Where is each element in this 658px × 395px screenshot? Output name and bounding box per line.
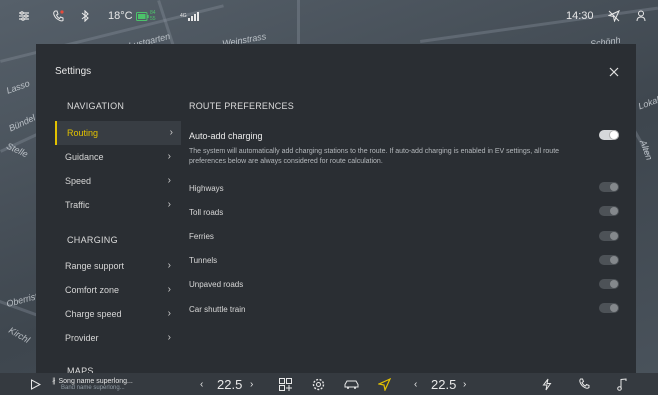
- lightning-icon: [542, 378, 552, 390]
- ferries-toggle[interactable]: [599, 231, 619, 241]
- sidebar-item-range-support[interactable]: Range support ›: [55, 254, 179, 278]
- music-note-icon: [617, 377, 627, 391]
- sidebar-item-traffic[interactable]: Traffic ›: [55, 193, 179, 217]
- chevron-right-icon: ›: [167, 332, 171, 343]
- navigation-off-icon[interactable]: [608, 0, 620, 32]
- option-label-unpaved-roads: Unpaved roads: [189, 280, 244, 289]
- auto-add-charging-toggle[interactable]: [599, 130, 619, 140]
- section-heading-charging: CHARGING: [67, 235, 118, 245]
- toggle-knob: [610, 207, 618, 215]
- play-button[interactable]: [30, 373, 41, 395]
- signal-icon: 4G: [180, 0, 199, 32]
- chevron-right-icon: ›: [167, 284, 171, 295]
- option-label-toll-roads: Toll roads: [189, 208, 224, 217]
- clock: 14:30: [566, 10, 594, 22]
- sidebar-item-speed[interactable]: Speed ›: [55, 169, 179, 193]
- highways-toggle[interactable]: [599, 182, 619, 192]
- route-preferences-heading: ROUTE PREFERENCES: [189, 101, 294, 111]
- song-title: Song name superlong...: [58, 377, 133, 385]
- settings-sliders-icon[interactable]: [18, 0, 30, 32]
- unpaved-roads-toggle[interactable]: [599, 279, 619, 289]
- battery-icon: [136, 0, 149, 32]
- settings-dialog: Settings NAVIGATION Routing › Guidance ›…: [36, 44, 636, 374]
- sidebar-item-charge-speed[interactable]: Charge speed ›: [55, 302, 179, 326]
- map-label: Oberrist: [5, 291, 39, 309]
- map-label: Bündel: [7, 112, 37, 134]
- sidebar-item-provider[interactable]: Provider ›: [55, 326, 179, 350]
- media-button[interactable]: [617, 373, 627, 395]
- option-label-tunnels: Tunnels: [189, 256, 218, 265]
- option-label-highways: Highways: [189, 184, 224, 193]
- toggle-knob: [610, 256, 618, 264]
- option-label-car-shuttle-train: Car shuttle train: [189, 305, 246, 314]
- toggle-knob: [610, 304, 618, 312]
- band-name: Band name superlong...: [61, 385, 125, 391]
- auto-add-charging-description: The system will automatically add chargi…: [189, 148, 560, 165]
- left-temp-down-button[interactable]: ‹: [200, 373, 203, 395]
- bluetooth-icon: [80, 0, 90, 32]
- chevron-right-icon: ›: [167, 199, 171, 210]
- map-label: Alten: [638, 138, 655, 162]
- map-label: Lasso: [5, 78, 32, 96]
- temperature-readout: 18°C: [108, 10, 133, 22]
- left-temperature: 22.5: [217, 376, 243, 392]
- sidebar-item-label: Provider: [65, 333, 99, 343]
- right-temp-up-button[interactable]: ›: [463, 373, 466, 395]
- sidebar-item-label: Routing: [67, 128, 99, 138]
- chevron-right-icon: ›: [167, 151, 171, 162]
- phone-icon: [579, 378, 590, 389]
- auto-add-charging-label: Auto-add charging: [189, 131, 263, 141]
- dialog-title: Settings: [55, 66, 92, 77]
- navigation-arrow-icon: [378, 377, 391, 391]
- sidebar-item-label: Comfort zone: [65, 285, 120, 295]
- network-label: 4G: [180, 13, 187, 19]
- sidebar-item-guidance[interactable]: Guidance ›: [55, 145, 179, 169]
- navigation-button[interactable]: [378, 373, 391, 395]
- toll-roads-toggle[interactable]: [599, 206, 619, 216]
- option-label-ferries: Ferries: [189, 232, 214, 241]
- status-bar: 18°C 84 55 4G 14:30: [0, 0, 658, 32]
- map-label: Kirchl: [7, 325, 32, 345]
- car-icon: [344, 380, 359, 389]
- sidebar-item-comfort-zone[interactable]: Comfort zone ›: [55, 278, 179, 302]
- toggle-knob: [610, 131, 618, 139]
- bluetooth-icon: ∦: [52, 378, 56, 385]
- toggle-knob: [610, 183, 618, 191]
- play-icon: [31, 378, 41, 390]
- gear-icon: [312, 378, 325, 390]
- phone-button[interactable]: [578, 373, 590, 395]
- chevron-right-icon: ›: [169, 127, 173, 138]
- now-playing[interactable]: ∦ Song name superlong... Band name super…: [52, 373, 133, 395]
- tunnels-toggle[interactable]: [599, 255, 619, 265]
- apps-grid-button[interactable]: [279, 373, 292, 395]
- sidebar-item-label: Range support: [65, 261, 125, 271]
- user-profile-icon[interactable]: [636, 0, 646, 32]
- close-button[interactable]: [606, 64, 622, 80]
- toggle-knob: [610, 232, 618, 240]
- sidebar-item-routing[interactable]: Routing ›: [55, 121, 181, 145]
- map-label: Lokal: [636, 94, 658, 112]
- sidebar-item-label: Guidance: [65, 152, 104, 162]
- car-shuttle-train-toggle[interactable]: [599, 303, 619, 313]
- close-icon: [609, 67, 619, 77]
- toggle-knob: [610, 280, 618, 288]
- charging-button[interactable]: [542, 373, 552, 395]
- battery-text: 84 55: [150, 10, 156, 22]
- chevron-right-icon: ›: [167, 308, 171, 319]
- sidebar-item-label: Speed: [65, 176, 92, 186]
- car-button[interactable]: [344, 373, 359, 395]
- section-heading-navigation: NAVIGATION: [67, 101, 125, 111]
- map-label: Stelle: [4, 140, 30, 160]
- chevron-right-icon: ›: [167, 260, 171, 271]
- bottom-bar: ∦ Song name superlong... Band name super…: [0, 373, 658, 395]
- settings-button[interactable]: [312, 373, 325, 395]
- sidebar-item-label: Traffic: [65, 200, 90, 210]
- chevron-right-icon: ›: [167, 175, 171, 186]
- right-temp-down-button[interactable]: ‹: [414, 373, 417, 395]
- right-temperature: 22.5: [431, 376, 457, 392]
- left-temp-up-button[interactable]: ›: [250, 373, 253, 395]
- sidebar-item-label: Charge speed: [65, 309, 122, 319]
- phone-status-icon: [52, 0, 64, 32]
- apps-grid-icon: [279, 377, 292, 391]
